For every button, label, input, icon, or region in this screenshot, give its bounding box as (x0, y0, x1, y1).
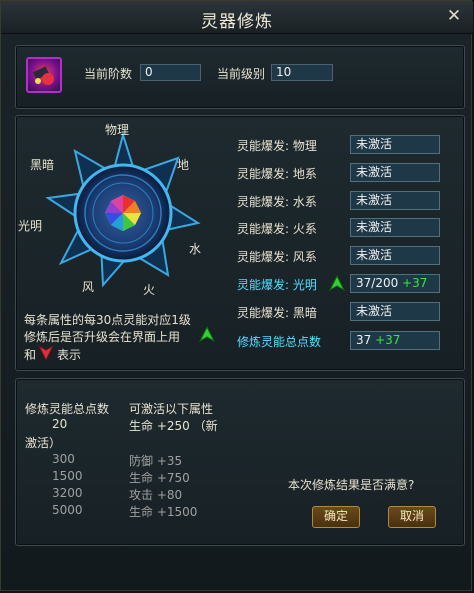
attr-label-physical: 灵能爆发: 物理 (237, 139, 317, 153)
threshold-header-attr: 可激活以下属性 (129, 402, 214, 416)
total-points-value: 37 +37 (350, 331, 440, 350)
cancel-button[interactable]: 取消 (388, 506, 436, 528)
attr-label-dark: 灵能爆发: 黑暗 (237, 306, 317, 320)
window-title: 灵器修炼 (201, 12, 273, 32)
threshold-row-points: 1500 (52, 469, 83, 483)
total-points-bonus: +37 (375, 333, 401, 347)
attr-value-dark: 未激活 (350, 302, 440, 321)
attr-label-fire: 灵能爆发: 火系 (237, 222, 317, 236)
threshold-first-attr: 生命 +250 （新 (129, 419, 218, 433)
light-level-up-arrow-icon (329, 275, 345, 291)
wheel-label-fire: 火 (143, 283, 156, 297)
cultivation-window: 灵器修炼 ✕ 当前阶数 0 当前级别 10 物理 黑暗 地 光明 水 风 火 每… (0, 0, 473, 591)
note-line-1: 每条属性的每30点灵能对应1级 (24, 313, 191, 327)
threshold-header-points: 修炼灵能总点数 (25, 402, 110, 416)
threshold-row-points: 5000 (52, 503, 83, 517)
attr-label-wind: 灵能爆发: 风系 (237, 250, 317, 264)
threshold-row-points: 3200 (52, 486, 83, 500)
attr-label-water: 灵能爆发: 水系 (237, 195, 317, 209)
attr-value-wind: 未激活 (350, 246, 440, 265)
attr-value-physical: 未激活 (350, 135, 440, 154)
level-value: 10 (271, 64, 333, 81)
close-icon[interactable]: ✕ (445, 7, 463, 25)
level-up-arrow-icon (199, 326, 215, 342)
threshold-row-attr: 防御 +35 (129, 454, 183, 468)
threshold-row-attr: 生命 +750 (129, 471, 190, 485)
stage-label: 当前阶数 (84, 67, 133, 81)
artifact-icon[interactable] (26, 57, 62, 93)
wheel-label-earth: 地 (177, 158, 190, 172)
level-label: 当前级别 (217, 67, 266, 81)
total-points-number: 37 (356, 333, 372, 347)
confirm-button[interactable]: 确定 (312, 506, 360, 528)
stage-value: 0 (140, 64, 201, 81)
title-bar[interactable]: 灵器修炼 ✕ (1, 1, 473, 34)
level-down-arrow-icon (38, 345, 54, 361)
attr-value-earth: 未激活 (350, 163, 440, 182)
attr-value-fire: 未激活 (350, 218, 440, 237)
attr-label-light: 灵能爆发: 光明 (237, 278, 317, 292)
threshold-row-attr: 生命 +1500 (129, 505, 198, 519)
threshold-first-points: 20 (52, 417, 68, 431)
note-suffix: 表示 (57, 348, 82, 362)
wheel-label-dark: 黑暗 (30, 158, 55, 172)
attr-value-light: 37/200 +37 (350, 274, 440, 293)
confirm-question: 本次修炼结果是否满意? (288, 478, 415, 492)
light-progress: 37/200 (356, 276, 399, 290)
light-bonus: +37 (402, 276, 428, 290)
wheel-label-wind: 风 (82, 280, 95, 294)
element-wheel (45, 131, 201, 288)
note-line-2: 修炼后是否升级会在界面上用 (24, 330, 181, 344)
threshold-first-attr-cont: 激活） (25, 436, 62, 450)
note-and: 和 (24, 348, 37, 362)
wheel-label-water: 水 (189, 242, 202, 256)
attr-value-water: 未激活 (350, 191, 440, 210)
threshold-row-points: 300 (52, 452, 75, 466)
wheel-label-light: 光明 (18, 219, 43, 233)
attr-label-earth: 灵能爆发: 地系 (237, 167, 317, 181)
threshold-row-attr: 攻击 +80 (129, 488, 183, 502)
wheel-label-physical: 物理 (105, 123, 130, 137)
total-points-label: 修炼灵能总点数 (237, 335, 322, 349)
